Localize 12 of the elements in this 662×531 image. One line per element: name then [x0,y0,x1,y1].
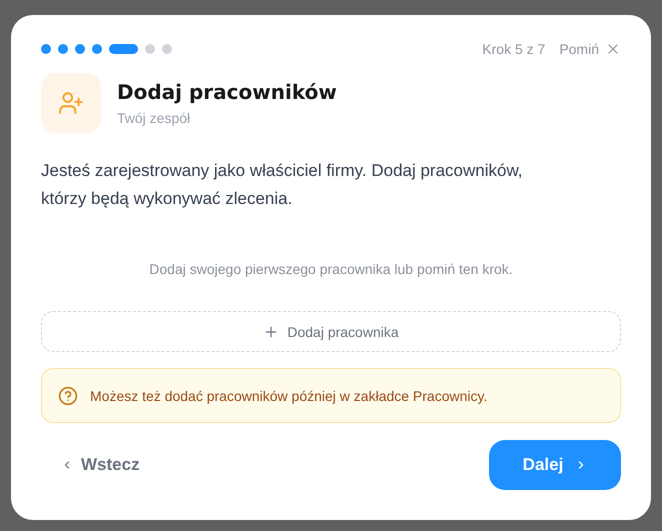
next-button[interactable]: Dalej [489,440,621,490]
dialog-subtitle: Twój zespół [117,110,192,126]
empty-note: Dodaj swojego pierwszego pracownika lub pomiń ten krok. [148,261,514,277]
info-text: Możesz też dodać pracowników później w zakładce Pracownicy. [90,388,488,404]
back-button[interactable]: Wstecz [41,455,140,475]
help-icon [58,386,78,406]
user-plus-icon [41,73,101,133]
skip-button[interactable]: Pomiń [559,41,621,57]
description: Jesteś zarejestrowany jako właściciel firmy. Dodaj pracowników, którzy będą wykonywać zlecenia. [41,160,524,210]
add-employee-button[interactable]: Dodaj pracownika [41,311,621,352]
step-counter: Krok 5 z 7 [482,41,546,57]
dialog-title: Dodaj pracowników [117,80,337,104]
